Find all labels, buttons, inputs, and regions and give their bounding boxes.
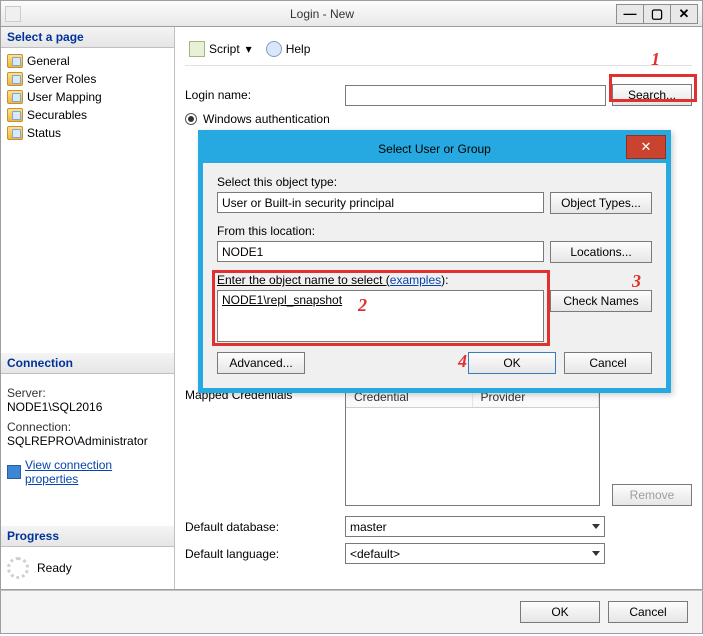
credentials-grid[interactable]: Credential Provider <box>345 386 600 506</box>
maximize-button[interactable]: ▢ <box>643 4 671 24</box>
mapped-credentials-label: Mapped Credentials <box>185 386 345 506</box>
page-label: Server Roles <box>27 72 96 86</box>
dialog-cancel-button[interactable]: Cancel <box>564 352 652 374</box>
page-list: General Server Roles User Mapping Secura… <box>1 48 174 146</box>
page-icon <box>7 108 23 122</box>
page-item-securables[interactable]: Securables <box>7 106 174 124</box>
server-label: Server: <box>7 386 168 400</box>
location-value: NODE1 <box>222 245 263 259</box>
left-panel: Select a page General Server Roles User … <box>1 27 175 589</box>
chevron-down-icon <box>592 551 600 556</box>
check-names-button[interactable]: Check Names <box>550 290 652 312</box>
script-icon <box>189 41 205 57</box>
cancel-button[interactable]: Cancel <box>608 601 688 623</box>
script-label: Script <box>209 42 240 56</box>
page-item-server-roles[interactable]: Server Roles <box>7 70 174 88</box>
dialog-title: Select User or Group ✕ <box>203 135 666 163</box>
dialog-footer: OK Cancel <box>0 590 703 634</box>
page-label: General <box>27 54 70 68</box>
windows-auth-label: Windows authentication <box>203 112 330 126</box>
connection-label: Connection: <box>7 420 168 434</box>
titlebar: Login - New — ▢ ✕ <box>0 0 703 27</box>
page-icon <box>7 90 23 104</box>
object-types-button[interactable]: Object Types... <box>550 192 652 214</box>
annotation-2: 2 <box>358 295 367 316</box>
ok-button[interactable]: OK <box>520 601 600 623</box>
remove-button[interactable]: Remove <box>612 484 692 506</box>
advanced-button[interactable]: Advanced... <box>217 352 305 374</box>
window-title: Login - New <box>27 7 617 21</box>
select-page-header: Select a page <box>1 27 174 48</box>
toolbar: Script ▾ Help <box>185 33 692 66</box>
windows-auth-radio[interactable]: Windows authentication <box>185 112 692 126</box>
chevron-down-icon: ▾ <box>244 42 254 56</box>
search-button[interactable]: Search... <box>612 84 692 106</box>
spinner-icon <box>7 557 29 579</box>
app-icon <box>5 6 21 22</box>
properties-icon <box>7 465 21 479</box>
dialog-close-button[interactable]: ✕ <box>626 135 666 159</box>
dialog-ok-button[interactable]: OK <box>468 352 556 374</box>
object-type-value: User or Built-in security principal <box>222 196 394 210</box>
login-name-label: Login name: <box>185 88 345 102</box>
page-icon <box>7 126 23 140</box>
server-value: NODE1\SQL2016 <box>7 400 168 414</box>
help-icon <box>266 41 282 57</box>
help-button[interactable]: Help <box>262 39 315 59</box>
select-user-dialog: Select User or Group ✕ Select this objec… <box>198 130 671 393</box>
default-language-select[interactable]: <default> <box>345 543 605 564</box>
locations-button[interactable]: Locations... <box>550 241 652 263</box>
page-label: Status <box>27 126 61 140</box>
location-label: From this location: <box>217 224 652 238</box>
progress-header: Progress <box>1 526 174 547</box>
enter-name-label: Enter the object name to select (example… <box>217 273 652 287</box>
script-button[interactable]: Script ▾ <box>185 39 258 59</box>
page-item-user-mapping[interactable]: User Mapping <box>7 88 174 106</box>
object-type-field: User or Built-in security principal <box>217 192 544 213</box>
close-button[interactable]: ✕ <box>670 4 698 24</box>
object-name-input[interactable]: NODE1\repl_snapshot <box>217 290 544 342</box>
location-field: NODE1 <box>217 241 544 262</box>
page-label: User Mapping <box>27 90 102 104</box>
default-language-value: <default> <box>350 547 400 561</box>
page-item-general[interactable]: General <box>7 52 174 70</box>
object-type-label: Select this object type: <box>217 175 652 189</box>
annotation-3: 3 <box>632 271 641 292</box>
progress-status: Ready <box>37 561 72 575</box>
page-item-status[interactable]: Status <box>7 124 174 142</box>
page-icon <box>7 54 23 68</box>
dialog-title-text: Select User or Group <box>378 142 491 156</box>
login-name-input[interactable] <box>345 85 606 106</box>
link-label: View connection properties <box>25 458 168 486</box>
object-name-value: NODE1\repl_snapshot <box>222 293 342 307</box>
view-connection-properties-link[interactable]: View connection properties <box>7 458 168 486</box>
examples-link[interactable]: examples <box>390 273 441 287</box>
help-label: Help <box>286 42 311 56</box>
default-database-select[interactable]: master <box>345 516 605 537</box>
page-icon <box>7 72 23 86</box>
annotation-4: 4 <box>458 351 467 372</box>
annotation-1: 1 <box>651 49 660 70</box>
page-label: Securables <box>27 108 87 122</box>
connection-value: SQLREPRO\Administrator <box>7 434 168 448</box>
progress-block: Ready <box>1 547 174 589</box>
default-database-value: master <box>350 520 387 534</box>
connection-header: Connection <box>1 353 174 374</box>
minimize-button[interactable]: — <box>616 4 644 24</box>
radio-icon <box>185 113 197 125</box>
chevron-down-icon <box>592 524 600 529</box>
connection-block: Server: NODE1\SQL2016 Connection: SQLREP… <box>1 374 174 496</box>
default-database-label: Default database: <box>185 520 345 534</box>
default-language-label: Default language: <box>185 547 345 561</box>
